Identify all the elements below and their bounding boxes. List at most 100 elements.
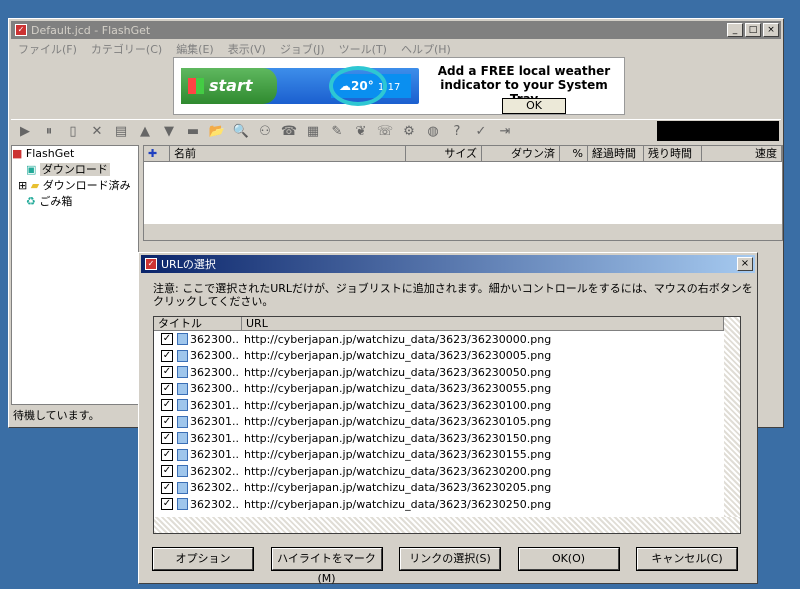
phone-icon[interactable]: ☏ (375, 122, 395, 142)
row-checkbox[interactable]: ✓ (161, 349, 173, 362)
schedule-icon[interactable]: ▦ (303, 122, 323, 142)
speed-graph (657, 121, 779, 141)
help-icon[interactable]: ? (447, 122, 467, 142)
job-list[interactable]: ✚ 名前 サイズ ダウン済 % 経過時間 残り時間 速度 (143, 145, 783, 241)
url-row[interactable]: ✓ 362300... http://cyberjapan.jp/watchizu_… (154, 381, 740, 398)
exit-icon[interactable]: ⇥ (495, 122, 515, 142)
row-checkbox[interactable]: ✓ (161, 333, 173, 346)
row-title: 362301... (190, 415, 240, 429)
menu-view[interactable]: 表示(V) (221, 41, 273, 57)
menu-file[interactable]: ファイル(F) (11, 41, 84, 57)
job-list-hscroll[interactable] (144, 224, 782, 240)
menu-job[interactable]: ジョブ(J) (273, 41, 332, 57)
skin-icon[interactable]: ❦ (351, 122, 371, 142)
menu-category[interactable]: カテゴリー(C) (84, 41, 169, 57)
dialog-buttons: オプション ハイライトをマーク(M) リンクの選択(S) OK(O) キャンセル… (152, 547, 738, 585)
flashget-icon[interactable]: ✓ (471, 122, 491, 142)
ad-ok-button[interactable]: OK (502, 98, 566, 114)
start-job-icon[interactable]: ▶ (15, 122, 35, 142)
col-name[interactable]: 名前 (170, 146, 406, 161)
dialog-title-bar[interactable]: ✓ URLの選択 × (141, 255, 755, 273)
dialup-icon[interactable]: ☎ (279, 122, 299, 142)
url-row[interactable]: ✓ 362301... http://cyberjapan.jp/watchizu_… (154, 414, 740, 431)
tree-root[interactable]: ■ FlashGet (12, 146, 138, 162)
properties-icon[interactable]: ▤ (111, 122, 131, 142)
open-folder-icon[interactable]: 📂 (207, 122, 227, 142)
url-row[interactable]: ✓ 362300... http://cyberjapan.jp/watchizu_… (154, 348, 740, 365)
col-url[interactable]: URL (242, 317, 724, 330)
options-button[interactable]: オプション (152, 547, 254, 571)
row-url: http://cyberjapan.jp/watchizu_data/3623/… (244, 415, 552, 429)
row-url: http://cyberjapan.jp/watchizu_data/3623/… (244, 365, 552, 379)
row-checkbox[interactable]: ✓ (161, 481, 173, 494)
row-checkbox[interactable]: ✓ (161, 465, 173, 478)
col-remaining[interactable]: 残り時間 (644, 146, 702, 161)
window-title: Default.jcd - FlashGet (31, 23, 151, 37)
minimize-button[interactable]: _ (727, 23, 743, 37)
dialog-close-button[interactable]: × (737, 257, 753, 271)
url-row[interactable]: ✓ 362302... http://cyberjapan.jp/watchizu_… (154, 480, 740, 497)
row-checkbox[interactable]: ✓ (161, 366, 173, 379)
new-job-icon[interactable]: ▯ (63, 122, 83, 142)
mark-highlight-button[interactable]: ハイライトをマーク(M) (270, 547, 383, 585)
row-url: http://cyberjapan.jp/watchizu_data/3623/… (244, 481, 552, 495)
col-percent[interactable]: % (560, 146, 588, 161)
close-button[interactable]: × (763, 23, 779, 37)
options-icon[interactable]: ⚙ (399, 122, 419, 142)
row-checkbox[interactable]: ✓ (161, 399, 173, 412)
file-icon (177, 481, 188, 494)
row-checkbox[interactable]: ✓ (161, 432, 173, 445)
row-title: 362302... (190, 497, 240, 511)
cancel-button[interactable]: キャンセル(C) (636, 547, 738, 571)
menu-edit[interactable]: 編集(E) (169, 41, 221, 57)
row-checkbox[interactable]: ✓ (161, 448, 173, 461)
tree-item-trash[interactable]: ♻ ごみ箱 (12, 194, 138, 210)
pause-job-icon[interactable]: ⏸ (39, 122, 59, 142)
row-url: http://cyberjapan.jp/watchizu_data/3623/… (244, 332, 552, 346)
col-speed[interactable]: 速度 (702, 146, 782, 161)
url-row[interactable]: ✓ 362301... http://cyberjapan.jp/watchizu_… (154, 447, 740, 464)
tree-item-downloading[interactable]: ▣ ダウンロード (12, 162, 138, 178)
connections-icon[interactable]: ⚇ (255, 122, 275, 142)
url-row[interactable]: ✓ 362300... http://cyberjapan.jp/watchizu_… (154, 331, 740, 348)
ok-button[interactable]: OK(O) (517, 547, 620, 571)
file-icon (177, 399, 188, 412)
row-title: 362302... (190, 481, 240, 495)
row-title: 362300... (190, 349, 240, 363)
title-bar[interactable]: ✓ Default.jcd - FlashGet _ □ × (11, 21, 781, 39)
row-checkbox[interactable]: ✓ (161, 415, 173, 428)
col-title[interactable]: タイトル (154, 317, 242, 330)
url-list-vscroll[interactable] (724, 317, 740, 517)
menu-tools[interactable]: ツール(T) (332, 41, 394, 57)
ad-highlight-circle (329, 66, 387, 106)
url-list-hscroll[interactable] (154, 517, 740, 533)
row-checkbox[interactable]: ✓ (161, 382, 173, 395)
move-down-icon[interactable]: ▼ (159, 122, 179, 142)
globe-icon[interactable]: ◍ (423, 122, 443, 142)
url-row[interactable]: ✓ 362302... http://cyberjapan.jp/watchizu_… (154, 463, 740, 480)
windows-logo-icon (188, 78, 204, 94)
delete-icon[interactable]: ✕ (87, 122, 107, 142)
url-row[interactable]: ✓ 362302... http://cyberjapan.jp/watchizu_… (154, 496, 740, 513)
file-icon (177, 382, 188, 395)
url-row[interactable]: ✓ 362300... http://cyberjapan.jp/watchizu_… (154, 364, 740, 381)
edit-icon[interactable]: ✎ (327, 122, 347, 142)
menu-help[interactable]: ヘルプ(H) (394, 41, 458, 57)
tree-item-downloaded[interactable]: ⊞ ▰ ダウンロード済み (12, 178, 138, 194)
find-icon[interactable]: 🔍 (231, 122, 251, 142)
col-downloaded[interactable]: ダウン済 (482, 146, 560, 161)
url-row[interactable]: ✓ 362301... http://cyberjapan.jp/watchizu_… (154, 397, 740, 414)
file-icon (177, 366, 188, 379)
move-up-icon[interactable]: ▲ (135, 122, 155, 142)
url-select-dialog: ✓ URLの選択 × 注意: ここで選択されたURLだけが、ジョブリストに追加さ… (138, 252, 758, 585)
select-links-button[interactable]: リンクの選択(S) (399, 547, 501, 571)
row-checkbox[interactable]: ✓ (161, 498, 173, 511)
row-title: 362300... (190, 382, 240, 396)
url-list[interactable]: タイトル URL ✓ 362300... http://cyberjapan.jp/… (153, 316, 741, 534)
category-icon[interactable]: ▬ (183, 122, 203, 142)
col-size[interactable]: サイズ (406, 146, 482, 161)
weather-ad-banner[interactable]: start ☁20° 1:17 Add a FREE local weather… (173, 57, 625, 115)
col-elapsed[interactable]: 経過時間 (588, 146, 644, 161)
maximize-button[interactable]: □ (745, 23, 761, 37)
url-row[interactable]: ✓ 362301... http://cyberjapan.jp/watchizu_… (154, 430, 740, 447)
